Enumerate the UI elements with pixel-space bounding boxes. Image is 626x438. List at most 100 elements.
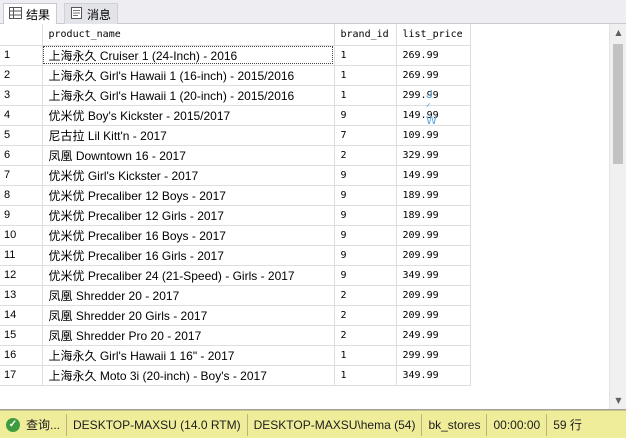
cell-list-price[interactable]: 209.99 [395, 224, 471, 246]
results-grid[interactable]: product_name brand_id list_price 1 上海永久 C… [0, 24, 626, 410]
column-header-brand-id[interactable]: brand_id [333, 24, 397, 46]
table-row[interactable]: 10 优米优 Precaliber 16 Boys - 2017 9 209.99 [0, 224, 471, 246]
cell-product-name[interactable]: 上海永久 Moto 3i (20-inch) - Boy's - 2017 [41, 364, 335, 386]
vertical-scrollbar[interactable]: ▲ ▼ [609, 24, 626, 409]
cell-list-price[interactable]: 109.99 [395, 124, 471, 146]
row-number-header[interactable] [0, 24, 43, 46]
table-row[interactable]: 7 优米优 Girl's Kickster - 2017 9 149.99 [0, 164, 471, 186]
cell-list-price[interactable]: 209.99 [395, 284, 471, 306]
cell-brand-id[interactable]: 9 [333, 224, 397, 246]
message-icon [70, 6, 83, 22]
row-number[interactable]: 5 [0, 124, 43, 146]
cell-list-price[interactable]: 349.99 [395, 264, 471, 286]
row-number[interactable]: 9 [0, 204, 43, 226]
cell-brand-id[interactable]: 1 [333, 344, 397, 366]
watermark-glyphs: ᒍᐟW [426, 88, 437, 127]
table-row[interactable]: 16 上海永久 Girl's Hawaii 1 16" - 2017 1 299.99 [0, 344, 471, 366]
cell-list-price[interactable]: 269.99 [395, 64, 471, 86]
cell-list-price[interactable]: 209.99 [395, 304, 471, 326]
cell-product-name[interactable]: 优米优 Boy's Kickster - 2015/2017 [41, 104, 335, 126]
tab-results[interactable]: 结果 [3, 3, 58, 24]
table-row[interactable]: 9 优米优 Precaliber 12 Girls - 2017 9 189.99 [0, 204, 471, 226]
row-number[interactable]: 7 [0, 164, 43, 186]
row-number[interactable]: 17 [0, 364, 43, 386]
row-number[interactable]: 16 [0, 344, 43, 366]
row-number[interactable]: 10 [0, 224, 43, 246]
cell-brand-id[interactable]: 9 [333, 164, 397, 186]
cell-list-price[interactable]: 349.99 [395, 364, 471, 386]
cell-brand-id[interactable]: 1 [333, 84, 397, 106]
table-row[interactable]: 17 上海永久 Moto 3i (20-inch) - Boy's - 2017 1… [0, 364, 471, 386]
cell-list-price[interactable]: 189.99 [395, 204, 471, 226]
cell-brand-id[interactable]: 2 [333, 304, 397, 326]
cell-list-price[interactable]: 149.99 [395, 164, 471, 186]
table-row[interactable]: 6 凤凰 Downtown 16 - 2017 2 329.99 [0, 144, 471, 166]
row-number[interactable]: 15 [0, 324, 43, 346]
cell-product-name[interactable]: 上海永久 Cruiser 1 (24-Inch) - 2016 [41, 44, 335, 66]
column-header-product-name[interactable]: product_name [41, 24, 335, 46]
row-number[interactable]: 6 [0, 144, 43, 166]
cell-brand-id[interactable]: 9 [333, 244, 397, 266]
table-row[interactable]: 12 优米优 Precaliber 24 (21-Speed) - Girls -… [0, 264, 471, 286]
row-number[interactable]: 12 [0, 264, 43, 286]
cell-brand-id[interactable]: 7 [333, 124, 397, 146]
row-number[interactable]: 11 [0, 244, 43, 266]
cell-product-name[interactable]: 优米优 Girl's Kickster - 2017 [41, 164, 335, 186]
cell-list-price[interactable]: 329.99 [395, 144, 471, 166]
cell-list-price[interactable]: 299.99 [395, 344, 471, 366]
scroll-down-arrow-icon[interactable]: ▼ [610, 392, 626, 409]
row-number[interactable]: 2 [0, 64, 43, 86]
cell-product-name[interactable]: 优米优 Precaliber 16 Boys - 2017 [41, 224, 335, 246]
cell-product-name[interactable]: 优米优 Precaliber 16 Girls - 2017 [41, 244, 335, 266]
row-number[interactable]: 13 [0, 284, 43, 306]
cell-brand-id[interactable]: 9 [333, 104, 397, 126]
table-row[interactable]: 8 优米优 Precaliber 12 Boys - 2017 9 189.99 [0, 184, 471, 206]
cell-list-price[interactable]: 189.99 [395, 184, 471, 206]
table-row[interactable]: 5 尼古拉 Lil Kitt'n - 2017 7 109.99 [0, 124, 471, 146]
cell-product-name[interactable]: 凤凰 Downtown 16 - 2017 [41, 144, 335, 166]
cell-brand-id[interactable]: 9 [333, 264, 397, 286]
cell-product-name[interactable]: 上海永久 Girl's Hawaii 1 (20-inch) - 2015/20… [41, 84, 335, 106]
column-header-list-price[interactable]: list_price [395, 24, 471, 46]
table-row[interactable]: 13 凤凰 Shredder 20 - 2017 2 209.99 [0, 284, 471, 306]
cell-product-name[interactable]: 优米优 Precaliber 12 Boys - 2017 [41, 184, 335, 206]
row-number[interactable]: 4 [0, 104, 43, 126]
table-row[interactable]: 2 上海永久 Girl's Hawaii 1 (16-inch) - 2015/2… [0, 64, 471, 86]
table-row[interactable]: 15 凤凰 Shredder Pro 20 - 2017 2 249.99 [0, 324, 471, 346]
cell-brand-id[interactable]: 1 [333, 64, 397, 86]
scroll-thumb[interactable] [613, 44, 623, 164]
table-row[interactable]: 11 优米优 Precaliber 16 Girls - 2017 9 209.99 [0, 244, 471, 266]
row-number[interactable]: 14 [0, 304, 43, 326]
cell-product-name[interactable]: 凤凰 Shredder 20 Girls - 2017 [41, 304, 335, 326]
cell-list-price[interactable]: 209.99 [395, 244, 471, 266]
status-bar: ✓ 查询... DESKTOP-MAXSU (14.0 RTM) DESKTOP… [0, 410, 626, 438]
table-row[interactable]: 4 优米优 Boy's Kickster - 2015/2017 9 149.99 [0, 104, 471, 126]
row-number[interactable]: 8 [0, 184, 43, 206]
cell-product-name[interactable]: 尼古拉 Lil Kitt'n - 2017 [41, 124, 335, 146]
table-row[interactable]: 3 上海永久 Girl's Hawaii 1 (20-inch) - 2015/2… [0, 84, 471, 106]
scroll-up-arrow-icon[interactable]: ▲ [610, 24, 626, 41]
cell-brand-id[interactable]: 9 [333, 204, 397, 226]
cell-brand-id[interactable]: 2 [333, 284, 397, 306]
row-number[interactable]: 1 [0, 44, 43, 66]
header-row: product_name brand_id list_price [0, 24, 471, 46]
cell-brand-id[interactable]: 1 [333, 364, 397, 386]
cell-brand-id[interactable]: 9 [333, 184, 397, 206]
cell-product-name[interactable]: 上海永久 Girl's Hawaii 1 16" - 2017 [41, 344, 335, 366]
cell-product-name[interactable]: 优米优 Precaliber 24 (21-Speed) - Girls - 2… [41, 264, 335, 286]
row-number[interactable]: 3 [0, 84, 43, 106]
status-user: DESKTOP-MAXSU\hema (54) [248, 413, 423, 436]
cell-product-name[interactable]: 上海永久 Girl's Hawaii 1 (16-inch) - 2015/20… [41, 64, 335, 86]
cell-list-price[interactable]: 249.99 [395, 324, 471, 346]
cell-product-name[interactable]: 优米优 Precaliber 12 Girls - 2017 [41, 204, 335, 226]
cell-product-name[interactable]: 凤凰 Shredder Pro 20 - 2017 [41, 324, 335, 346]
cell-brand-id[interactable]: 1 [333, 44, 397, 66]
tab-results-label: 结果 [26, 7, 51, 22]
cell-list-price[interactable]: 269.99 [395, 44, 471, 66]
cell-brand-id[interactable]: 2 [333, 324, 397, 346]
cell-product-name[interactable]: 凤凰 Shredder 20 - 2017 [41, 284, 335, 306]
cell-brand-id[interactable]: 2 [333, 144, 397, 166]
table-row[interactable]: 1 上海永久 Cruiser 1 (24-Inch) - 2016 1 269.99 [0, 44, 471, 66]
tab-messages[interactable]: 消息 [64, 3, 119, 24]
table-row[interactable]: 14 凤凰 Shredder 20 Girls - 2017 2 209.99 [0, 304, 471, 326]
